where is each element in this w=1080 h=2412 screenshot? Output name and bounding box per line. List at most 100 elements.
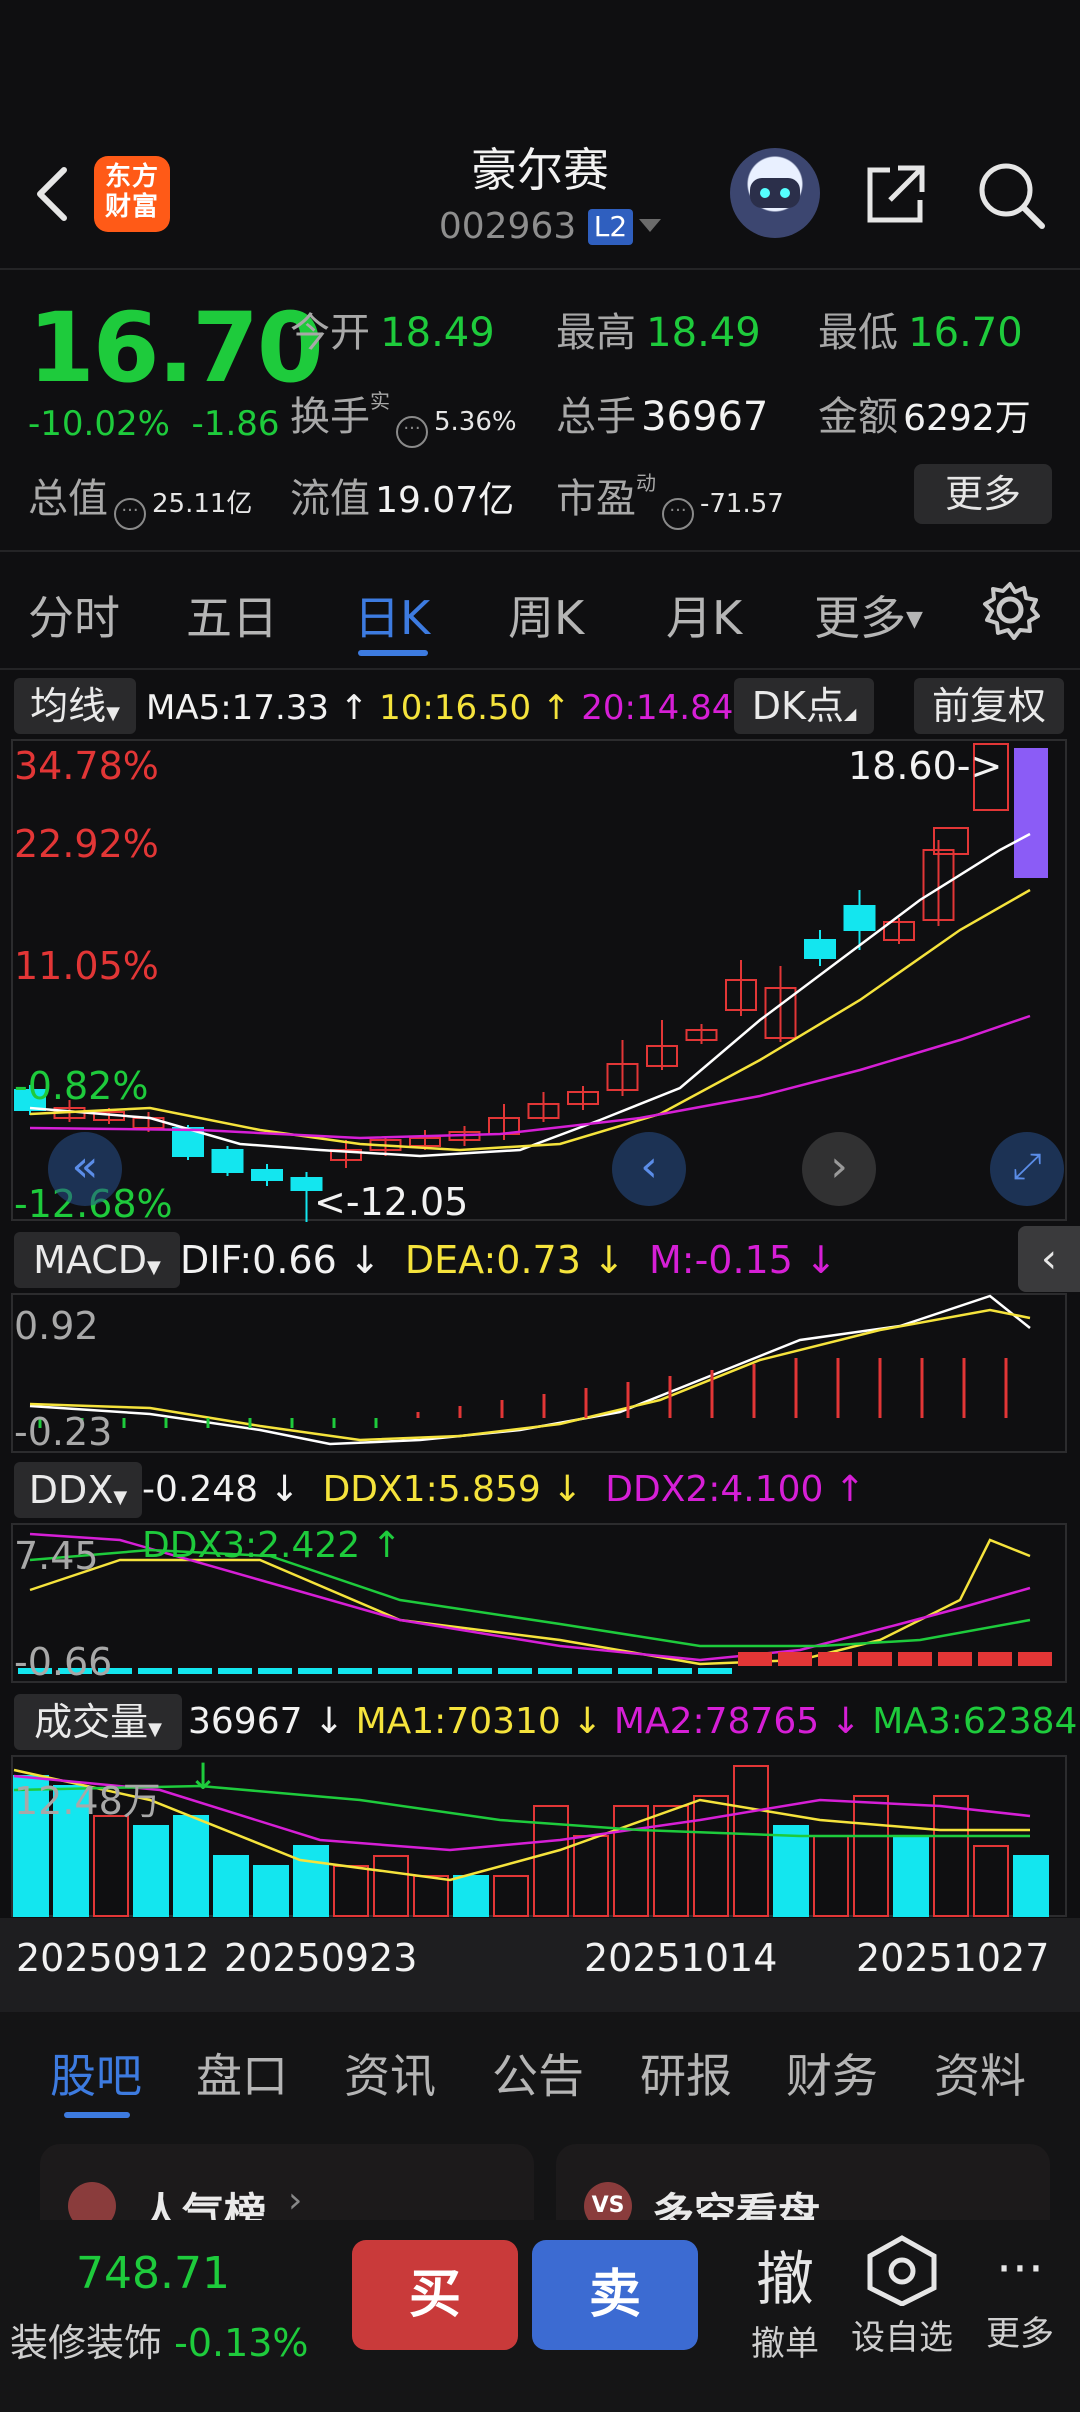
macd-values: DIF:0.66 ↓ DEA:0.73 ↓ M:-0.15 ↓ [180,1238,837,1282]
sell-button[interactable]: 卖 [532,2240,698,2350]
ddx-bar [938,1652,972,1666]
ddx-bar [658,1668,692,1674]
scroll-left-fast-button[interactable]: « [48,1132,122,1206]
cancel-order-button[interactable]: 撤 撤单 [740,2232,830,2365]
chevron-right-icon: › [288,2180,303,2221]
ddx-bar [458,1668,492,1674]
tab-orderbook[interactable]: 盘口 [196,2040,288,2106]
volume-bar [893,1835,929,1917]
ddx-bar [418,1668,452,1674]
tab-finance[interactable]: 财务 [786,2040,878,2106]
min-annotation: <-12.05 [314,1180,469,1224]
ma20-line [29,1014,1031,1140]
date-label: 20250912 [16,1936,210,1980]
ddx-bar [178,1668,212,1674]
ddx-bar [818,1652,852,1666]
volume-bar [253,1865,289,1917]
watchlist-icon [867,2235,937,2307]
volume-bar [293,1845,329,1917]
volume-bar [93,1815,129,1917]
macd-dropdown[interactable]: MACD▼ [14,1232,180,1288]
ddx-values: -0.248 ↓ DDX1:5.859 ↓ DDX2:4.100 ↑ DDX3:… [142,1469,866,1566]
macd-y-bottom: -0.23 [14,1410,113,1454]
volume-bar [1013,1855,1049,1917]
latest-candle-body [1014,748,1048,878]
ddx-bar [138,1668,172,1674]
ddx-bar [698,1668,732,1674]
caret-down-icon: ▼ [113,1487,128,1508]
ddx-bar [538,1668,572,1674]
ddx-bar [618,1668,652,1674]
volume-bar [693,1795,729,1917]
volume-bar [973,1845,1009,1917]
volume-bar [933,1795,969,1917]
macd-frame [11,1293,1067,1453]
ddx-y-bottom: -0.66 [14,1640,113,1684]
macd-y-top: 0.92 [14,1304,99,1348]
ddx-bar [858,1652,892,1666]
volume-y-top: 12.48万 [14,1779,161,1823]
max-annotation: 18.60-> [848,744,1003,788]
ddx-bar [498,1668,532,1674]
ddx-bar [218,1668,252,1674]
more-actions-button[interactable]: ··· 更多 [974,2232,1066,2355]
caret-down-icon: ▼ [148,1719,162,1740]
cancel-icon: 撤 [755,2245,814,2313]
volume-bar [453,1875,489,1917]
volume-bar [213,1855,249,1917]
volume-bar [813,1835,849,1917]
tab-forum[interactable]: 股吧 [50,2040,142,2106]
volume-values: 36967 ↓ MA1:70310 ↓ MA2:78765 ↓ MA3:6238… [188,1701,1078,1798]
volume-dropdown[interactable]: 成交量▼ [14,1694,182,1750]
y-label: 11.05% [14,944,159,988]
volume-bar [413,1875,449,1917]
ddx-bar [738,1652,772,1666]
y-label: 34.78% [14,744,159,788]
scroll-left-button[interactable]: ‹ [612,1132,686,1206]
tab-news[interactable]: 资讯 [344,2040,436,2106]
date-label: 20251027 [856,1936,1050,1980]
volume-bar [173,1815,209,1917]
buy-button[interactable]: 买 [352,2240,518,2350]
ddx-dropdown[interactable]: DDX▼ [14,1462,142,1518]
ma5-line [29,832,1031,1158]
volume-bar [333,1865,369,1917]
candle-body [211,1149,244,1173]
fullscreen-icon[interactable]: ⤢ [990,1132,1064,1206]
ddx-y-top: 7.45 [14,1534,99,1578]
ddx-bar [1018,1652,1052,1666]
volume-bar [773,1825,809,1917]
y-label: 22.92% [14,822,159,866]
candle-body [251,1169,283,1181]
tab-profile[interactable]: 资料 [934,2040,1026,2106]
tab-announcements[interactable]: 公告 [492,2040,584,2106]
sector-index-name[interactable]: 装修装饰 -0.13% [10,2312,309,2367]
more-dots-icon: ··· [996,2240,1044,2298]
active-tab-underline [64,2112,130,2118]
ddx-bar [338,1668,372,1674]
ddx-bar [898,1652,932,1666]
ddx-bar [298,1668,332,1674]
kline-frame [11,739,1067,1221]
scroll-right-button[interactable]: › [802,1132,876,1206]
ddx-bar [978,1652,1012,1666]
date-label: 20251014 [584,1936,778,1980]
add-watchlist-button[interactable]: 设自选 [844,2232,960,2359]
caret-down-icon: ▼ [147,1257,161,1278]
volume-bar [613,1805,649,1917]
collapse-panel-button[interactable]: ‹ [1018,1226,1080,1292]
volume-bar [373,1855,409,1917]
candle-body [843,905,876,931]
y-label: -0.82% [14,1064,149,1108]
volume-bar [133,1825,169,1917]
ddx-bar [578,1668,612,1674]
volume-bar [853,1795,889,1917]
sector-index-value[interactable]: 748.71 [76,2248,230,2299]
ddx-bar [378,1668,412,1674]
volume-bar [493,1875,529,1917]
tab-research[interactable]: 研报 [640,2040,732,2106]
date-label: 20250923 [224,1936,418,1980]
volume-bar [573,1835,609,1917]
candle-body [804,939,836,959]
ddx-bar [778,1652,812,1666]
